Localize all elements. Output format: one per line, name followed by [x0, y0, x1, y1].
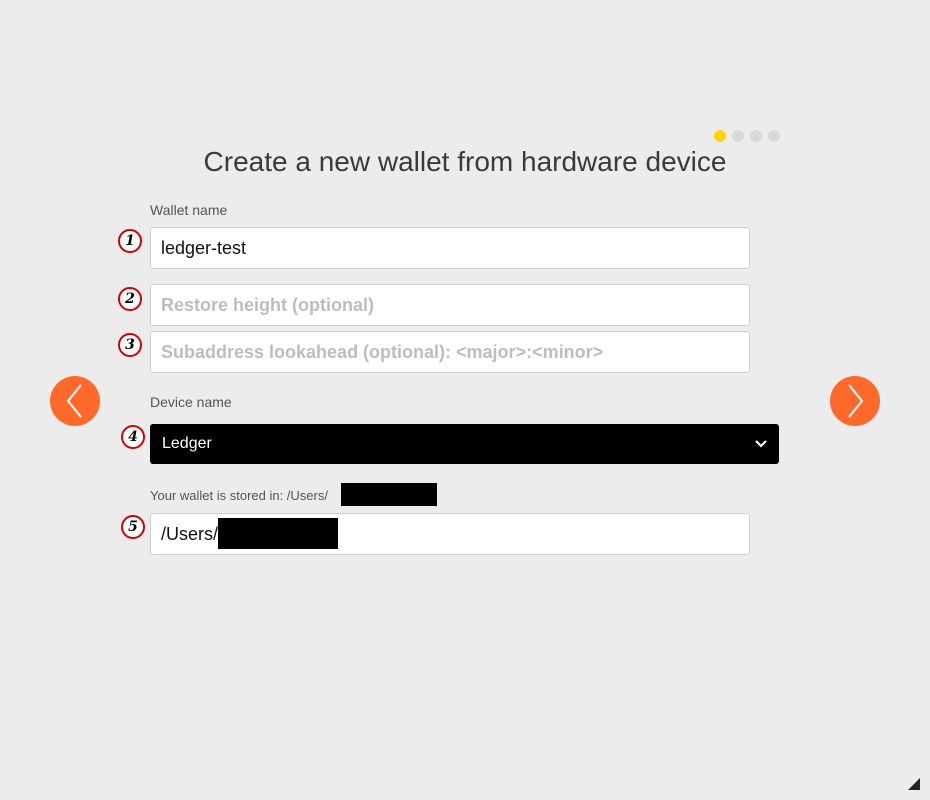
- step-dot-2: [732, 130, 744, 142]
- annotation-marker-2: 2: [118, 287, 142, 311]
- annotation-marker-1: 1: [118, 229, 142, 253]
- device-name-select[interactable]: Ledger: [150, 424, 779, 464]
- step-dot-3: [750, 130, 762, 142]
- step-dot-1: [714, 130, 726, 142]
- annotation-marker-3: 3: [118, 333, 142, 357]
- annotation-marker-5: 5: [121, 515, 145, 539]
- resize-grip-icon[interactable]: [908, 778, 920, 790]
- device-selected-value: Ledger: [162, 435, 212, 452]
- previous-button[interactable]: [50, 376, 100, 426]
- step-progress-dots: [714, 130, 780, 142]
- redacted-username-field: [218, 518, 338, 549]
- next-button[interactable]: [830, 376, 880, 426]
- restore-height-input[interactable]: [150, 284, 750, 326]
- redacted-username-label: [341, 483, 437, 506]
- subaddress-lookahead-input[interactable]: [150, 331, 750, 373]
- wallet-name-input[interactable]: [150, 227, 750, 269]
- storage-path-label: Your wallet is stored in: /Users/: [150, 488, 328, 503]
- chevron-right-icon: [848, 384, 864, 418]
- device-name-label: Device name: [150, 394, 232, 410]
- wallet-name-label: Wallet name: [150, 202, 228, 218]
- page-title: Create a new wallet from hardware device: [203, 146, 727, 177]
- wallet-wizard-page: Create a new wallet from hardware device…: [0, 0, 930, 800]
- chevron-left-icon: [66, 384, 82, 418]
- annotation-marker-4: 4: [121, 425, 145, 449]
- chevron-down-icon: [755, 440, 767, 448]
- step-dot-4: [768, 130, 780, 142]
